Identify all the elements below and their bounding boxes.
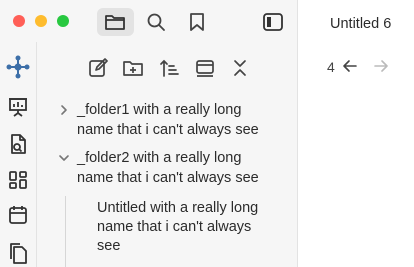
files-icon[interactable] bbox=[104, 12, 126, 32]
back-arrow-icon[interactable] bbox=[342, 58, 358, 74]
zoom-window-button[interactable] bbox=[57, 15, 69, 27]
new-folder-icon[interactable] bbox=[122, 58, 144, 78]
folder1-label-line1[interactable]: _folder1 with a really long bbox=[77, 100, 241, 120]
sidebar-toggle-icon[interactable] bbox=[262, 12, 284, 32]
search-icon[interactable] bbox=[146, 12, 166, 32]
folder2-label-line2[interactable]: name that i can't always see bbox=[77, 168, 259, 188]
note-label-line1[interactable]: Untitled with a really long bbox=[97, 198, 258, 218]
minimize-window-button[interactable] bbox=[35, 15, 47, 27]
nav-count: 4 bbox=[327, 59, 335, 75]
note-label-line2[interactable]: name that i can't always bbox=[97, 217, 251, 237]
close-window-button[interactable] bbox=[13, 15, 25, 27]
collapse-all-icon[interactable] bbox=[230, 58, 250, 78]
new-note-icon[interactable] bbox=[88, 58, 108, 78]
chevron-down-icon[interactable] bbox=[58, 152, 70, 164]
copy-icon[interactable] bbox=[8, 242, 28, 264]
presentation-icon[interactable] bbox=[7, 96, 29, 118]
canvas-icon[interactable] bbox=[8, 170, 28, 190]
forward-arrow-icon[interactable] bbox=[373, 58, 389, 74]
bookmark-icon[interactable] bbox=[188, 12, 206, 32]
graph-icon[interactable] bbox=[6, 55, 30, 79]
chevron-right-icon[interactable] bbox=[58, 104, 70, 116]
open-file-icon[interactable] bbox=[8, 133, 28, 155]
calendar-icon[interactable] bbox=[8, 205, 28, 225]
sort-icon[interactable] bbox=[159, 58, 179, 78]
note-label-line3[interactable]: see bbox=[97, 236, 120, 256]
folder1-label-line2[interactable]: name that i can't always see bbox=[77, 120, 259, 140]
folder2-label-line1[interactable]: _folder2 with a really long bbox=[77, 148, 241, 168]
titlebar bbox=[0, 0, 297, 42]
editor-tab-title[interactable]: Untitled 6 bbox=[330, 16, 391, 32]
tree-indent-guide bbox=[65, 196, 66, 267]
pane-divider[interactable] bbox=[297, 0, 298, 267]
collapse-view-icon[interactable] bbox=[194, 58, 216, 78]
